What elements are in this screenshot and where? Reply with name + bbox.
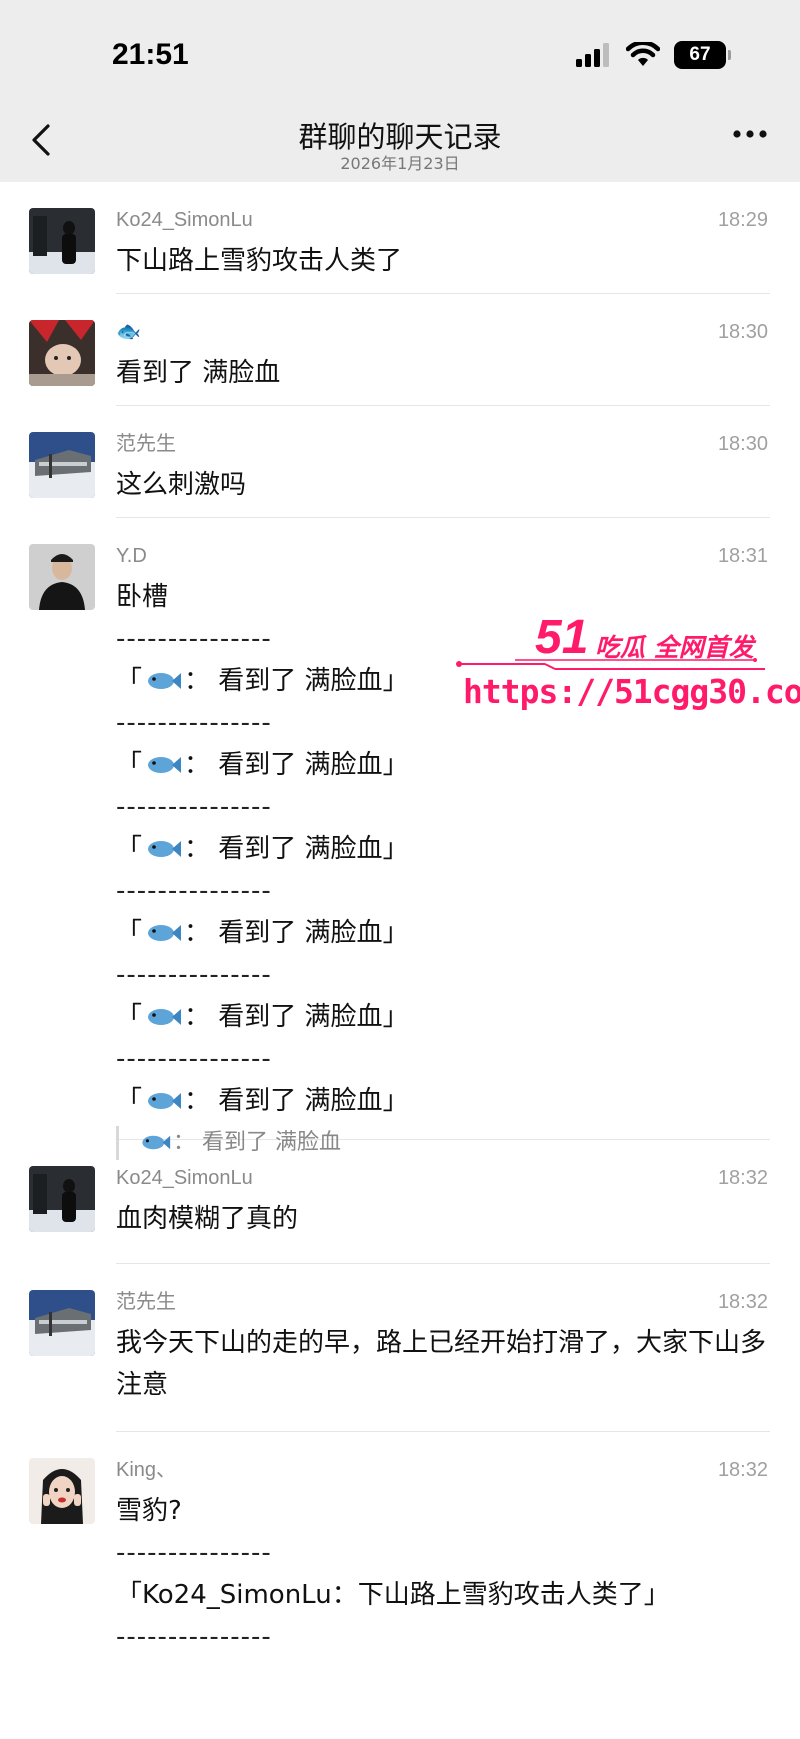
message-text: 这么刺激吗 [116,470,247,500]
message-list[interactable]: Ko24_SimonLu 18:29 下山路上雪豹攻击人类了 🐟 18:30 看… [0,182,800,1652]
message-text: 雪豹? [116,1496,182,1526]
quoted-message: 「： 看到了 满脸血」 [116,1002,409,1032]
status-time: 21:51 [112,38,189,71]
wifi-icon [626,42,660,66]
avatar[interactable] [29,1290,95,1356]
avatar[interactable] [29,1458,95,1524]
message-time: 18:32 [717,1459,768,1481]
quote-separator: --------------- [116,1622,272,1652]
message-item[interactable]: 🐟 18:30 看到了 满脸血 [0,294,800,406]
quote-separator: --------------- [116,1044,272,1074]
message-time: 18:30 [717,321,768,343]
avatar[interactable] [29,320,95,386]
quoted-message: 「： 看到了 满脸血」 [116,750,409,780]
message-text: 卧槽 [116,582,169,612]
quote-separator: --------------- [116,960,272,990]
message-item[interactable]: 范先生 18:32 我今天下山的走的早，路上已经开始打滑了，大家下山多注意 [0,1264,800,1432]
fish-emoji-icon [148,673,182,689]
quote-separator: --------------- [116,1538,272,1568]
sender-name: 范先生 [116,1291,176,1313]
sender-name: Ko24_SimonLu [116,209,253,231]
sender-name: Y.D [116,545,147,567]
message-text: 血肉模糊了真的 [116,1204,299,1234]
fish-emoji-icon [148,841,182,857]
sender-name: 范先生 [116,433,176,455]
avatar[interactable] [29,1166,95,1232]
sender-name: Ko24_SimonLu [116,1167,253,1189]
ellipsis-icon[interactable] [732,128,768,140]
quoted-message: 「： 看到了 满脸血」 [116,1086,409,1116]
avatar[interactable] [29,544,95,610]
quoted-message: 「： 看到了 满脸血」 [116,834,409,864]
quote-separator: --------------- [116,708,272,738]
message-time: 18:32 [717,1291,768,1313]
message-item[interactable]: 范先生 18:30 这么刺激吗 [0,406,800,518]
message-text: 看到了 满脸血 [116,358,281,388]
quote-separator: --------------- [116,792,272,822]
signal-icon [576,43,609,67]
battery-icon: 67 [674,41,731,69]
message-text: 我今天下山的走的早，路上已经开始打滑了，大家下山多注意 [116,1328,767,1400]
quoted-message: 「： 看到了 满脸血」 [116,918,409,948]
sender-name: King、 [116,1459,177,1481]
message-time: 18:30 [717,433,768,455]
fish-emoji-icon [148,925,182,941]
message-item[interactable]: Ko24_SimonLu 18:29 下山路上雪豹攻击人类了 [0,182,800,294]
avatar[interactable] [29,208,95,274]
page-subtitle: 2026年1月23日 [340,154,460,173]
quoted-message: 「Ko24_SimonLu：下山路上雪豹攻击人类了」 [116,1580,670,1610]
message-time: 18:29 [717,209,768,231]
message-time: 18:32 [717,1167,768,1189]
message-item[interactable]: Y.D 18:31 卧槽 --------------- 「： 看到了 满脸血」… [0,518,800,1160]
chat-history-header: 21:51 67 群聊的聊天记录 2026年1月23日 [0,0,800,182]
fish-emoji-icon [148,757,182,773]
sender-name: 🐟 [116,321,141,343]
quote-separator: --------------- [116,876,272,906]
message-item[interactable]: King、 18:32 雪豹? --------------- 「Ko24_Si… [0,1432,800,1652]
quote-separator: --------------- [116,624,272,654]
message-item[interactable]: Ko24_SimonLu 18:32 血肉模糊了真的 [0,1140,800,1264]
quoted-message: 「： 看到了 满脸血」 [116,666,409,696]
fish-emoji-icon [148,1093,182,1109]
status-icons: 67 [576,40,731,70]
avatar[interactable] [29,432,95,498]
fish-emoji-icon [148,1009,182,1025]
message-time: 18:31 [717,545,768,567]
message-text: 下山路上雪豹攻击人类了 [116,246,403,276]
